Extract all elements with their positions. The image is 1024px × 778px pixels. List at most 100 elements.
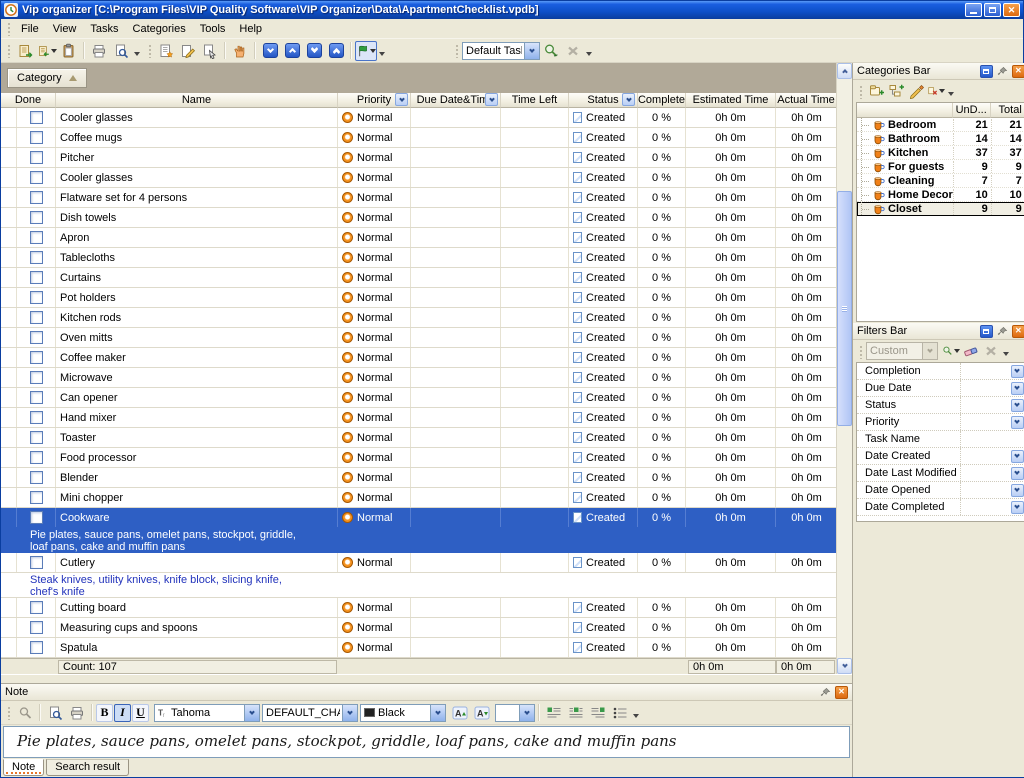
- done-checkbox[interactable]: [30, 291, 43, 304]
- category-row[interactable]: For guests99: [857, 160, 1024, 174]
- list-green-2-icon[interactable]: [565, 703, 587, 723]
- filters-close-icon[interactable]: ✕: [1012, 325, 1024, 338]
- task-row[interactable]: Coffee mugsNormalCreated0 %0h 0m0h 0m: [1, 128, 837, 148]
- move-task-down-icon[interactable]: [259, 41, 281, 61]
- filters-toolbar-grip[interactable]: [858, 344, 863, 359]
- print-preview-note-icon[interactable]: [44, 703, 66, 723]
- task-row[interactable]: Food processorNormalCreated0 %0h 0m0h 0m: [1, 448, 837, 468]
- import-task-list-icon[interactable]: [14, 41, 36, 61]
- filter-dropdown-icon[interactable]: [1011, 450, 1024, 463]
- font-size-combo[interactable]: [495, 704, 535, 722]
- toolbar-grip[interactable]: [147, 43, 152, 58]
- done-checkbox[interactable]: [30, 151, 43, 164]
- column-header-complete[interactable]: Complete: [638, 93, 686, 108]
- task-row[interactable]: PitcherNormalCreated0 %0h 0m0h 0m: [1, 148, 837, 168]
- task-row[interactable]: Coffee makerNormalCreated0 %0h 0m0h 0m: [1, 348, 837, 368]
- task-filter-flag-icon[interactable]: [355, 41, 377, 61]
- char-style-combo[interactable]: DEFAULT_CHAR: [262, 704, 358, 722]
- category-row[interactable]: Kitchen3737: [857, 146, 1024, 160]
- done-checkbox[interactable]: [30, 491, 43, 504]
- lookup-note-icon[interactable]: [14, 703, 36, 723]
- list-green-1-icon[interactable]: [543, 703, 565, 723]
- menu-file[interactable]: File: [14, 20, 46, 38]
- done-checkbox[interactable]: [30, 431, 43, 444]
- category-name-header[interactable]: [857, 103, 953, 118]
- filter-dropdown-icon[interactable]: [1011, 365, 1024, 378]
- filter-preset-combo[interactable]: Custom: [866, 342, 938, 360]
- menu-grip[interactable]: [6, 21, 11, 36]
- delete-category-icon[interactable]: [926, 82, 946, 100]
- task-row[interactable]: CookwareNormalCreated0 %0h 0m0h 0m: [1, 508, 837, 528]
- scroll-down-button[interactable]: [837, 658, 852, 674]
- edit-task-icon[interactable]: [177, 41, 199, 61]
- toolbar-grip[interactable]: [454, 43, 459, 58]
- category-row[interactable]: Bedroom2121: [857, 118, 1024, 132]
- category-row[interactable]: Cleaning77: [857, 174, 1024, 188]
- task-row[interactable]: Dish towelsNormalCreated0 %0h 0m0h 0m: [1, 208, 837, 228]
- task-view-combo[interactable]: Default Task V: [462, 42, 540, 60]
- done-checkbox[interactable]: [30, 211, 43, 224]
- task-row[interactable]: Can openerNormalCreated0 %0h 0m0h 0m: [1, 388, 837, 408]
- pin-icon[interactable]: [819, 686, 832, 699]
- note-text[interactable]: Pie plates, sauce pans, omelet pans, sto…: [3, 726, 850, 758]
- horizontal-splitter[interactable]: [1, 674, 852, 683]
- task-note[interactable]: Pie plates, sauce pans, omelet pans, sto…: [1, 528, 837, 553]
- toolbar-grip[interactable]: [6, 43, 11, 58]
- erase-filter-icon[interactable]: [961, 342, 981, 360]
- drag-task-icon[interactable]: [199, 41, 221, 61]
- done-checkbox[interactable]: [30, 351, 43, 364]
- vertical-scrollbar[interactable]: [836, 63, 852, 674]
- task-row[interactable]: Cooler glassesNormalCreated0 %0h 0m0h 0m: [1, 168, 837, 188]
- done-checkbox[interactable]: [30, 411, 43, 424]
- tab-note[interactable]: Note: [3, 759, 44, 776]
- task-row[interactable]: Oven mittsNormalCreated0 %0h 0m0h 0m: [1, 328, 837, 348]
- print-note-icon[interactable]: [66, 703, 88, 723]
- column-header-name[interactable]: Name: [56, 93, 338, 108]
- done-checkbox[interactable]: [30, 311, 43, 324]
- column-header-priority[interactable]: Priority: [338, 93, 411, 108]
- tab-search-result[interactable]: Search result: [46, 759, 129, 776]
- menu-tasks[interactable]: Tasks: [83, 20, 125, 38]
- task-row[interactable]: Cooler glassesNormalCreated0 %0h 0m0h 0m: [1, 108, 837, 128]
- font-color-combo[interactable]: Black: [360, 704, 446, 722]
- category-row[interactable]: Bathroom1414: [857, 132, 1024, 146]
- task-row[interactable]: TableclothsNormalCreated0 %0h 0m0h 0m: [1, 248, 837, 268]
- clear-search-icon[interactable]: [562, 41, 584, 61]
- task-note[interactable]: Steak knives, utility knives, knife bloc…: [1, 573, 837, 598]
- toolbar-overflow-icon[interactable]: [379, 52, 385, 56]
- undock-icon[interactable]: [980, 65, 993, 78]
- bullet-list-icon[interactable]: [609, 703, 631, 723]
- toolbar-overflow-icon[interactable]: [586, 52, 592, 56]
- task-row[interactable]: BlenderNormalCreated0 %0h 0m0h 0m: [1, 468, 837, 488]
- pin-icon[interactable]: [996, 65, 1009, 78]
- find-tasks-icon[interactable]: [540, 41, 562, 61]
- note-toolbar-grip[interactable]: [6, 705, 11, 720]
- menu-tools[interactable]: Tools: [193, 20, 233, 38]
- task-row[interactable]: ApronNormalCreated0 %0h 0m0h 0m: [1, 228, 837, 248]
- italic-button[interactable]: I: [114, 704, 131, 722]
- close-button[interactable]: ✕: [1003, 3, 1020, 17]
- filter-dropdown-icon[interactable]: [1011, 416, 1024, 429]
- menu-view[interactable]: View: [46, 20, 84, 38]
- column-header-due-date-time[interactable]: Due Date&Time: [411, 93, 501, 108]
- filter-dropdown-icon[interactable]: [1011, 501, 1024, 514]
- done-checkbox[interactable]: [30, 111, 43, 124]
- toolbar-overflow-icon[interactable]: [948, 92, 954, 96]
- minimize-button[interactable]: [965, 3, 982, 17]
- column-header-status[interactable]: Status: [569, 93, 638, 108]
- toolbar-overflow-icon[interactable]: [134, 52, 140, 56]
- column-filter-dropdown-icon[interactable]: [622, 93, 635, 106]
- scroll-up-button[interactable]: [837, 63, 852, 79]
- task-row[interactable]: Pot holdersNormalCreated0 %0h 0m0h 0m: [1, 288, 837, 308]
- undone-column-header[interactable]: UnD...: [953, 103, 991, 118]
- new-task-icon[interactable]: [155, 41, 177, 61]
- maximize-button[interactable]: [984, 3, 1001, 17]
- move-task-top-icon[interactable]: [325, 41, 347, 61]
- combo-arrow-icon[interactable]: [342, 705, 357, 721]
- toolbar-overflow-icon[interactable]: [633, 714, 639, 718]
- task-row[interactable]: ToasterNormalCreated0 %0h 0m0h 0m: [1, 428, 837, 448]
- scrollbar-thumb[interactable]: [837, 191, 852, 426]
- done-checkbox[interactable]: [30, 171, 43, 184]
- filter-dropdown-icon[interactable]: [1011, 382, 1024, 395]
- print-preview-icon[interactable]: [110, 41, 132, 61]
